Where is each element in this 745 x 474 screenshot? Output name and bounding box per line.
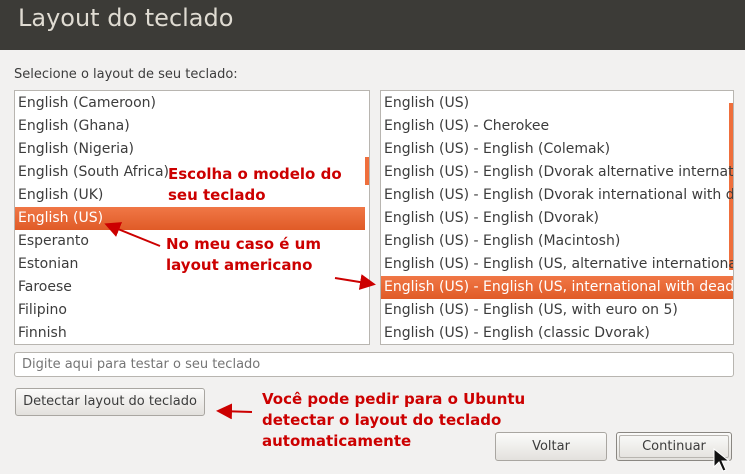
arrow-to-detect-button [216,403,253,420]
arrow-to-variant [334,274,376,290]
arrow-to-english-us [104,222,161,247]
mouse-pointer-icon [713,448,731,472]
annotation-arrows [104,222,376,420]
